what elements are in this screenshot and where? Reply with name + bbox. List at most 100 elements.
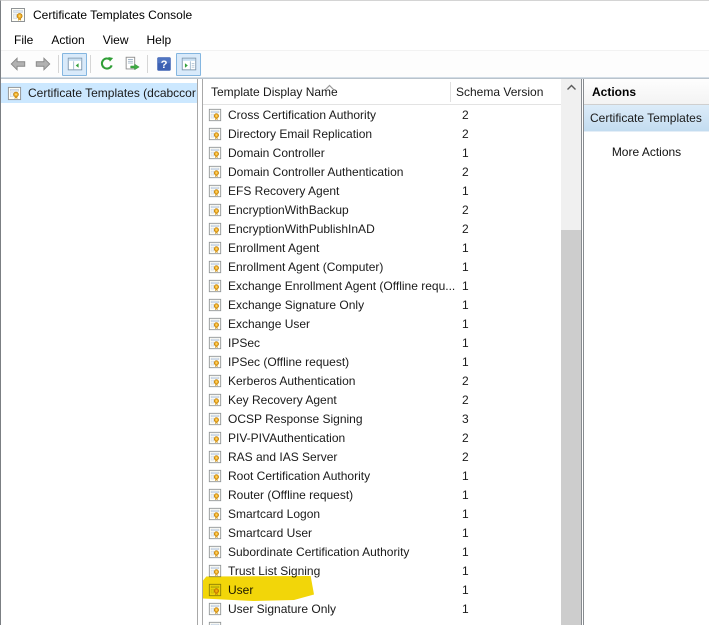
back-button[interactable] (5, 53, 30, 76)
refresh-button[interactable] (94, 53, 119, 76)
toolbar-separator (147, 55, 148, 73)
template-name: IPSec (228, 336, 456, 350)
table-row[interactable]: Root Certification Authority 1 (203, 466, 561, 485)
title-bar: Certificate Templates Console (1, 1, 709, 29)
forward-arrow-icon (34, 55, 52, 73)
actions-context-item[interactable]: Certificate Templates (584, 105, 709, 132)
table-row[interactable] (203, 618, 561, 625)
table-row[interactable]: Smartcard Logon 1 (203, 504, 561, 523)
scrollbar-thumb[interactable] (561, 230, 581, 625)
table-row[interactable]: Router (Offline request) 1 (203, 485, 561, 504)
template-name: RAS and IAS Server (228, 450, 456, 464)
certificate-template-icon (208, 184, 222, 198)
menu-file[interactable]: File (5, 30, 42, 50)
table-row[interactable]: IPSec (Offline request) 1 (203, 352, 561, 371)
certificate-template-icon (208, 488, 222, 502)
column-header-schema-version[interactable]: Schema Version (456, 79, 543, 105)
column-header-template-display-name[interactable]: Template Display Name (211, 79, 338, 105)
scroll-up-button[interactable] (561, 79, 581, 96)
table-row[interactable]: Exchange Signature Only 1 (203, 295, 561, 314)
forward-button[interactable] (30, 53, 55, 76)
table-row[interactable]: User Signature Only 1 (203, 599, 561, 618)
actions-pane-header: Actions (584, 79, 709, 105)
tree-item-certificate-templates[interactable]: Certificate Templates (dcabccor (1, 83, 197, 103)
window-title: Certificate Templates Console (33, 8, 192, 22)
template-name: Root Certification Authority (228, 469, 456, 483)
actions-pane: Actions Certificate Templates More Actio… (584, 79, 709, 625)
template-name: Router (Offline request) (228, 488, 456, 502)
table-row[interactable]: Domain Controller Authentication 2 (203, 162, 561, 181)
certificate-template-icon (208, 146, 222, 160)
table-row[interactable]: Exchange Enrollment Agent (Offline requ.… (203, 276, 561, 295)
schema-version: 1 (462, 317, 469, 331)
schema-version: 2 (462, 393, 469, 407)
help-button[interactable]: ? (151, 53, 176, 76)
certificate-template-icon (208, 412, 222, 426)
certificate-template-icon (208, 374, 222, 388)
schema-version: 1 (462, 260, 469, 274)
export-list-button[interactable] (119, 53, 144, 76)
schema-version: 1 (462, 545, 469, 559)
menu-help[interactable]: Help (138, 30, 181, 50)
table-row[interactable]: EFS Recovery Agent 1 (203, 181, 561, 200)
certificate-template-icon (208, 450, 222, 464)
table-row[interactable]: Trust List Signing 1 (203, 561, 561, 580)
template-name: User (228, 583, 456, 597)
show-hide-action-pane-button[interactable] (176, 53, 201, 76)
show-hide-console-tree-button[interactable] (62, 53, 87, 76)
certificate-template-icon (208, 507, 222, 521)
table-row[interactable]: Key Recovery Agent 2 (203, 390, 561, 409)
menu-view[interactable]: View (94, 30, 138, 50)
schema-version: 1 (462, 355, 469, 369)
schema-version: 1 (462, 298, 469, 312)
table-row[interactable]: EncryptionWithPublishInAD 2 (203, 219, 561, 238)
svg-text:?: ? (160, 59, 167, 71)
certificate-template-icon (208, 545, 222, 559)
schema-version: 2 (462, 374, 469, 388)
template-name: Exchange Enrollment Agent (Offline requ.… (228, 279, 456, 293)
template-name: Directory Email Replication (228, 127, 456, 141)
table-row[interactable]: Domain Controller 1 (203, 143, 561, 162)
menu-bar: File Action View Help (1, 29, 709, 51)
vertical-scrollbar[interactable] (561, 79, 581, 625)
toolbar: ? (1, 51, 709, 78)
more-actions-button[interactable]: More Actions (584, 145, 709, 159)
table-row[interactable]: Cross Certification Authority 2 (203, 105, 561, 124)
table-row[interactable]: RAS and IAS Server 2 (203, 447, 561, 466)
table-row[interactable]: OCSP Response Signing 3 (203, 409, 561, 428)
table-row[interactable]: IPSec 1 (203, 333, 561, 352)
table-row[interactable]: Subordinate Certification Authority 1 (203, 542, 561, 561)
menu-action[interactable]: Action (42, 30, 93, 50)
schema-version: 1 (462, 146, 469, 160)
template-name: OCSP Response Signing (228, 412, 456, 426)
schema-version: 1 (462, 279, 469, 293)
export-list-icon (123, 55, 141, 73)
main-area: Certificate Templates (dcabccor Template… (1, 78, 709, 625)
column-divider[interactable] (450, 82, 451, 102)
schema-version: 1 (462, 241, 469, 255)
schema-version: 1 (462, 564, 469, 578)
certificate-template-icon (208, 279, 222, 293)
certificate-template-icon (208, 127, 222, 141)
certificate-template-icon (208, 298, 222, 312)
table-row[interactable]: Enrollment Agent 1 (203, 238, 561, 257)
schema-version: 1 (462, 602, 469, 616)
schema-version: 3 (462, 412, 469, 426)
table-row[interactable]: PIV-PIVAuthentication 2 (203, 428, 561, 447)
template-name: Enrollment Agent (228, 241, 456, 255)
table-row[interactable]: Directory Email Replication 2 (203, 124, 561, 143)
schema-version: 2 (462, 108, 469, 122)
table-row[interactable]: User 1 (203, 580, 561, 599)
back-arrow-icon (9, 55, 27, 73)
table-row[interactable]: EncryptionWithBackup 2 (203, 200, 561, 219)
template-name: Smartcard Logon (228, 507, 456, 521)
console-tree-pane: Certificate Templates (dcabccor (1, 79, 197, 625)
template-list-rows: Cross Certification Authority 2 Director… (203, 105, 561, 625)
template-name: EncryptionWithBackup (228, 203, 456, 217)
table-row[interactable]: Exchange User 1 (203, 314, 561, 333)
table-row[interactable]: Enrollment Agent (Computer) 1 (203, 257, 561, 276)
table-row[interactable]: Kerberos Authentication 2 (203, 371, 561, 390)
template-name: IPSec (Offline request) (228, 355, 456, 369)
table-row[interactable]: Smartcard User 1 (203, 523, 561, 542)
app-icon (10, 7, 26, 23)
